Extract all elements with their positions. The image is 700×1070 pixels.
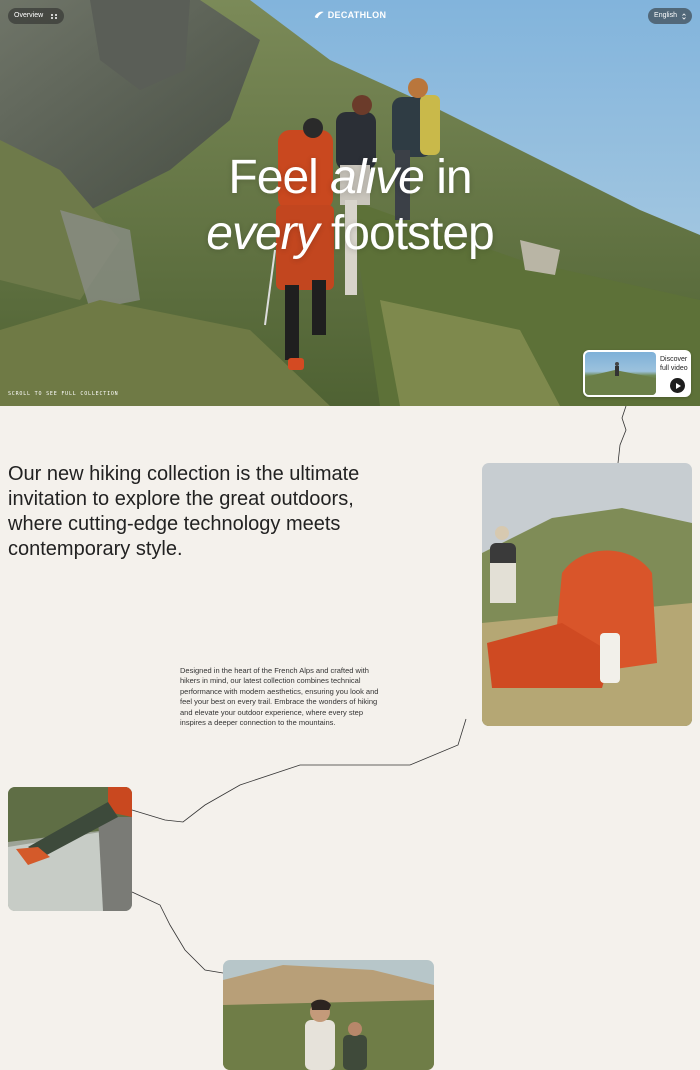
video-label: Discover full video [660, 355, 688, 373]
overview-button[interactable]: Overview [8, 8, 65, 24]
language-selector[interactable]: English [648, 8, 692, 24]
hero-title-line-1: Feel alive in [0, 150, 700, 206]
brand-name: DECATHLON [327, 10, 387, 20]
chevron-updown-icon [682, 12, 686, 20]
decathlon-logo-icon [314, 11, 324, 18]
shoe-stream-photo [8, 787, 132, 911]
hero-title-emphasis: every [206, 207, 319, 260]
play-button[interactable] [670, 378, 685, 393]
backpack-photo [482, 463, 692, 726]
hero-title-line-2: every footstep [0, 206, 700, 262]
hero-title-emphasis: alive [330, 151, 425, 204]
hero-title-word: Feel [228, 151, 331, 204]
video-label-line-2: full video [660, 365, 688, 372]
video-label-line-1: Discover [660, 356, 688, 363]
brand-logo[interactable]: DECATHLON [314, 10, 387, 20]
video-thumbnail [585, 352, 656, 395]
hero-title-word: footstep [318, 207, 495, 260]
collection-description: Designed in the heart of the French Alps… [180, 666, 379, 728]
overview-label: Overview [14, 12, 44, 19]
hero-title-word: in [423, 151, 472, 204]
hero-title: Feel alive in every footstep [0, 150, 700, 262]
language-label: English [654, 12, 677, 19]
play-icon [675, 382, 681, 389]
discover-video-card[interactable]: Discover full video [583, 350, 691, 397]
hikers-mountain-photo [223, 960, 434, 1070]
hero-section: Overview DECATHLON English Feel alive in… [0, 0, 700, 406]
grid-icon [51, 13, 58, 19]
intro-heading: Our new hiking collection is the ultimat… [8, 463, 360, 560]
scroll-hint: Scroll to see full collection [8, 391, 119, 397]
